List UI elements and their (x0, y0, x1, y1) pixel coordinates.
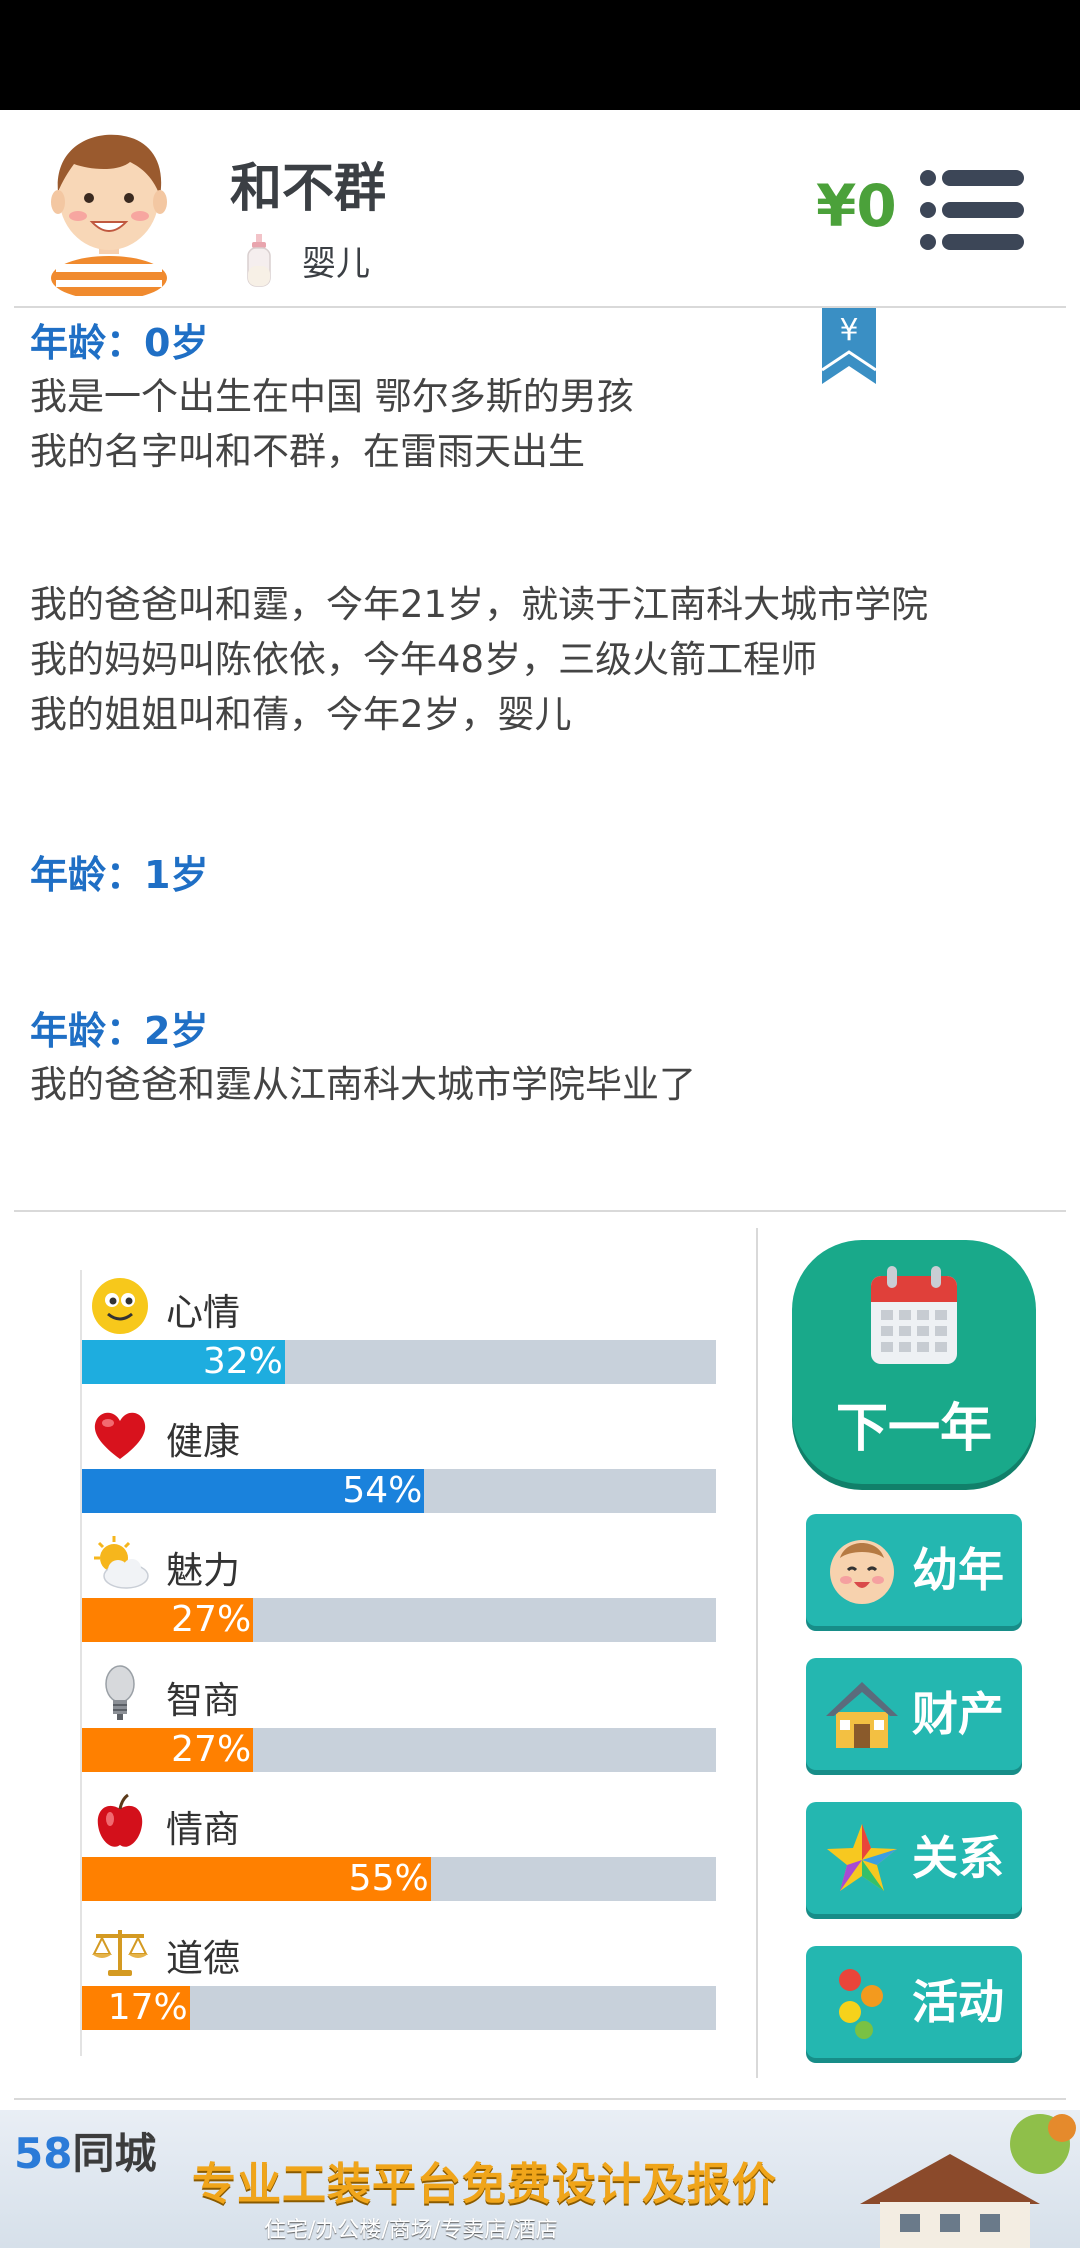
log-age: 年龄：2岁 (30, 1009, 209, 1053)
log-age: 年龄：1岁 (30, 853, 209, 897)
log-line: 我的妈妈叫陈依依，今年48岁，三级火箭工程师 (30, 638, 818, 681)
money-display: ¥0 (816, 172, 897, 240)
lightbulb-icon (105, 1665, 135, 1720)
bar-fill: 55% (82, 1857, 431, 1901)
bar-value: 17% (107, 1987, 188, 2028)
stage-label: 婴儿 (302, 243, 370, 284)
bar-fill: 32% (82, 1340, 285, 1384)
divider (14, 1210, 1066, 1212)
avatar[interactable] (44, 126, 174, 296)
house-icon (826, 1682, 898, 1748)
scales-icon (92, 1930, 148, 1976)
star-icon (827, 1824, 897, 1891)
bar-fill: 54% (82, 1469, 425, 1513)
apple-icon (97, 1793, 143, 1847)
ad-house-image (860, 2114, 1076, 2248)
log-line: 我是一个出生在中国 鄂尔多斯的男孩 (30, 375, 634, 418)
next-year-button[interactable]: 下一年 (792, 1240, 1036, 1484)
attribute-name: 道德 (166, 1937, 240, 1980)
activities-label: 活动 (912, 1975, 1004, 2029)
status-bar (0, 0, 1080, 110)
bar-track: 54% (82, 1469, 716, 1513)
property-button[interactable]: 财产 (806, 1658, 1022, 1770)
relations-label: 关系 (912, 1831, 1004, 1885)
attribute-eq: 情商 55% (82, 1793, 716, 1923)
life-stage: 婴儿 (246, 232, 370, 288)
bar-fill: 17% (82, 1986, 190, 2030)
money-bookmark-icon[interactable]: ¥ (822, 308, 876, 388)
calendar-icon (871, 1266, 957, 1364)
ad-brand-text: 同城 (72, 2129, 157, 2178)
log-line: 我的爸爸和霆从江南科大城市学院毕业了 (30, 1063, 696, 1106)
log-line: 我的爸爸叫和霆，今年21岁，就读于江南科大城市学院 (30, 583, 929, 626)
baby-face-icon (830, 1540, 894, 1604)
attribute-iq: 智商 27% (82, 1664, 716, 1794)
bar-value: 27% (171, 1599, 252, 1640)
sun-cloud-icon (94, 1536, 149, 1589)
smiley-icon (92, 1278, 148, 1334)
ad-title: 专业工装平台免费设计及报价 (192, 2159, 777, 2210)
baby-bottle-icon (247, 234, 271, 287)
relations-button[interactable]: 关系 (806, 1802, 1022, 1914)
divider (14, 2098, 1066, 2100)
activity-dots-icon (839, 1969, 883, 2039)
childhood-button[interactable]: 幼年 (806, 1514, 1022, 1626)
divider (14, 306, 1066, 308)
attribute-morality: 道德 17% (82, 1922, 716, 2052)
header: 和不群 婴儿 ¥0 (0, 110, 1080, 308)
bookmark-symbol: ¥ (839, 313, 858, 348)
bar-track: 55% (82, 1857, 716, 1901)
attribute-mood: 心情 32% (82, 1276, 716, 1406)
attribute-name: 健康 (166, 1420, 240, 1463)
character-name: 和不群 (230, 159, 387, 219)
attribute-name: 情商 (166, 1808, 240, 1851)
bar-value: 32% (202, 1341, 283, 1382)
bar-value: 54% (342, 1470, 423, 1511)
attribute-health: 健康 54% (82, 1405, 716, 1535)
ad-banner[interactable]: 58同城 专业工装平台免费设计及报价 住宅/办公楼/商场/专卖店/酒店 (0, 2110, 1080, 2248)
attribute-name: 魅力 (166, 1549, 240, 1592)
log-line: 我的姐姐叫和蒨，今年2岁，婴儿 (30, 693, 572, 736)
next-year-label: 下一年 (835, 1399, 992, 1459)
property-label: 财产 (912, 1687, 1004, 1741)
bar-track: 27% (82, 1598, 716, 1642)
bar-fill: 27% (82, 1598, 254, 1642)
attribute-name: 智商 (166, 1679, 240, 1722)
attribute-name: 心情 (166, 1291, 240, 1334)
bar-track: 32% (82, 1340, 716, 1384)
menu-icon[interactable] (920, 168, 1024, 252)
bar-value: 55% (348, 1858, 429, 1899)
ad-brand: 58同城 (14, 2120, 156, 2181)
heart-icon (94, 1412, 146, 1459)
log-line: 我的名字叫和不群，在雷雨天出生 (30, 430, 585, 473)
bar-track: 27% (82, 1728, 716, 1772)
divider (756, 1228, 758, 2078)
activities-button[interactable]: 活动 (806, 1946, 1022, 2058)
childhood-label: 幼年 (912, 1543, 1004, 1597)
attribute-charm: 魅力 27% (82, 1534, 716, 1664)
bar-track: 17% (82, 1986, 716, 2030)
ad-subtitle: 住宅/办公楼/商场/专卖店/酒店 (264, 2218, 558, 2243)
log-age: 年龄：0岁 (30, 321, 209, 365)
bar-value: 27% (171, 1729, 252, 1770)
bar-fill: 27% (82, 1728, 254, 1772)
ad-brand-number: 58 (14, 2129, 73, 2178)
